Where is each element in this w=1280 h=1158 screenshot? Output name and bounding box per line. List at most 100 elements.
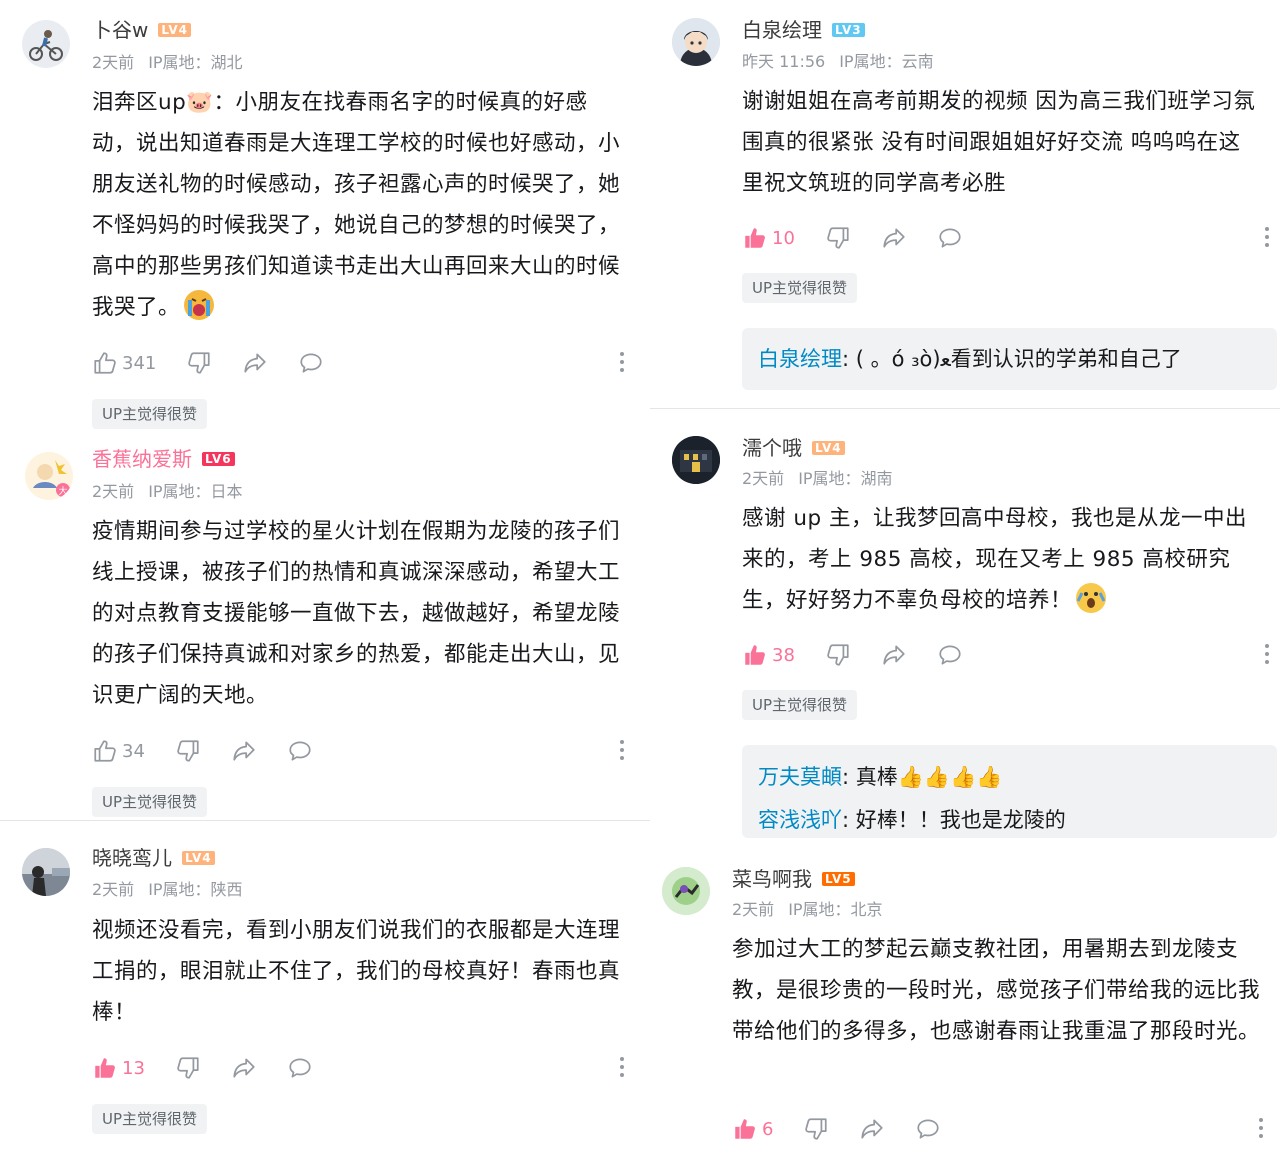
thumbs-up-filled-icon xyxy=(745,228,765,248)
share-button[interactable] xyxy=(881,225,907,251)
like-button[interactable]: 13 xyxy=(92,1055,145,1081)
reply-username[interactable]: 容浅浅吖 xyxy=(758,808,842,832)
reply-username[interactable]: 白泉绘理 xyxy=(758,347,842,371)
thumbs-up-filled-icon xyxy=(745,645,765,665)
reply-preview[interactable]: 白泉绘理: ( 。ό ₃ὸ)ﻌ看到认识的学弟和自己了 xyxy=(742,328,1277,390)
comment-bubble-icon xyxy=(939,645,961,665)
comment-meta: 2天前 IP属地：陕西 xyxy=(92,880,243,900)
username-text[interactable]: 白泉绘理 xyxy=(742,17,822,43)
share-button[interactable] xyxy=(859,1116,885,1142)
thumbs-up-filled-icon xyxy=(95,1058,115,1078)
avatar[interactable] xyxy=(22,848,70,896)
username[interactable]: 卜谷w LV4 xyxy=(92,17,191,43)
username[interactable]: 菜鸟啊我 LV5 xyxy=(732,866,855,892)
level-badge: LV5 xyxy=(822,872,855,886)
comment-meta: 2天前 IP属地：湖南 xyxy=(742,469,893,489)
crying-emoji-icon xyxy=(184,290,215,320)
reply-username[interactable]: 万夫莫頔 xyxy=(758,765,842,789)
surprised-emoji-icon xyxy=(1076,583,1107,613)
level-badge: LV4 xyxy=(812,441,845,455)
dislike-button[interactable] xyxy=(175,738,201,764)
thumbs-up-icon xyxy=(94,740,116,762)
reply-text: : 好棒！！我也是龙陵的 xyxy=(842,808,1066,832)
ip-location: IP属地：湖北 xyxy=(148,53,243,72)
thumbs-down-icon xyxy=(827,644,849,666)
up-liked-badge: UP主觉得很赞 xyxy=(92,1104,208,1134)
reply-button[interactable] xyxy=(298,350,324,376)
comment-text: 视频还没看完，看到小朋友们说我们的衣服都是大连理工捐的，眼泪就止不住了，我们的母… xyxy=(92,910,627,1033)
dislike-button[interactable] xyxy=(803,1116,829,1142)
more-options-icon[interactable] xyxy=(619,1057,625,1079)
reply-item[interactable]: 容浅浅吖: 好棒！！我也是龙陵的 xyxy=(758,806,1066,834)
username-text[interactable]: 晓晓鸾儿 xyxy=(92,845,172,871)
reply-item[interactable]: 万夫莫頔: 真棒👍👍👍👍 xyxy=(758,763,1002,791)
comment-body: 参加过大工的梦起云巅支教社团，用暑期去到龙陵支教，是很珍贵的一段时光，感觉孩子们… xyxy=(732,937,1261,1044)
comment-body: 感谢 up 主，让我梦回高中母校，我也是从龙一中出来的，考上 985 高校，现在… xyxy=(742,506,1247,613)
comment-bubble-icon xyxy=(917,1119,940,1139)
avatar[interactable]: 大 xyxy=(25,452,73,500)
reply-button[interactable] xyxy=(937,642,963,668)
comment-meta: 昨天 11:56 IP属地：云南 xyxy=(742,52,934,72)
comment-actions: 38 xyxy=(742,640,993,670)
thumbs-down-icon xyxy=(177,740,199,762)
reply-item[interactable]: 白泉绘理: ( 。ό ₃ὸ)ﻌ看到认识的学弟和自己了 xyxy=(758,345,1182,373)
comment-actions: 10 xyxy=(742,223,993,253)
more-options-icon[interactable] xyxy=(619,352,625,374)
comment-actions: 341 xyxy=(92,348,354,378)
username[interactable]: 濡个哦 LV4 xyxy=(742,435,845,461)
dislike-button[interactable] xyxy=(186,350,212,376)
comment-meta: 2天前 IP属地：北京 xyxy=(732,900,883,920)
username[interactable]: 白泉绘理 LV3 xyxy=(742,17,865,43)
reply-button[interactable] xyxy=(287,738,313,764)
thumbs-up-icon xyxy=(94,352,116,374)
up-liked-badge: UP主觉得很赞 xyxy=(742,273,858,303)
like-button[interactable]: 34 xyxy=(92,738,145,764)
reply-preview[interactable]: 万夫莫頔: 真棒👍👍👍👍 容浅浅吖: 好棒！！我也是龙陵的 xyxy=(742,745,1277,838)
username[interactable]: 香蕉纳爱斯 LV6 xyxy=(92,446,235,472)
dislike-button[interactable] xyxy=(175,1055,201,1081)
reply-text: : ( 。ό ₃ὸ)ﻌ看到认识的学弟和自己了 xyxy=(842,347,1182,371)
like-button[interactable]: 6 xyxy=(732,1116,773,1142)
share-button[interactable] xyxy=(231,738,257,764)
comment-actions: 6 xyxy=(732,1114,971,1144)
avatar[interactable] xyxy=(672,18,720,66)
timestamp: 昨天 11:56 xyxy=(742,52,826,71)
dislike-button[interactable] xyxy=(825,642,851,668)
reply-button[interactable] xyxy=(937,225,963,251)
timestamp: 2天前 xyxy=(732,900,775,919)
reply-button[interactable] xyxy=(287,1055,313,1081)
share-button[interactable] xyxy=(242,350,268,376)
share-icon xyxy=(233,741,255,761)
share-button[interactable] xyxy=(231,1055,257,1081)
ip-location: IP属地：陕西 xyxy=(148,880,243,899)
more-options-icon[interactable] xyxy=(1264,227,1270,249)
avatar[interactable] xyxy=(672,436,720,484)
like-count: 38 xyxy=(772,644,795,666)
like-button[interactable]: 38 xyxy=(742,642,795,668)
comment-body: 谢谢姐姐在高考前期发的视频 因为高三我们班学习氛围真的很紧张 没有时间跟姐姐好好… xyxy=(742,89,1256,196)
username-text[interactable]: 濡个哦 xyxy=(742,435,802,461)
reply-button[interactable] xyxy=(915,1116,941,1142)
username-text[interactable]: 菜鸟啊我 xyxy=(732,866,812,892)
username[interactable]: 晓晓鸾儿 LV4 xyxy=(92,845,215,871)
comment-bubble-icon xyxy=(289,741,311,761)
dislike-button[interactable] xyxy=(825,225,851,251)
like-button[interactable]: 341 xyxy=(92,350,156,376)
timestamp: 2天前 xyxy=(92,53,135,72)
ip-location: IP属地：日本 xyxy=(148,482,243,501)
username-text[interactable]: 香蕉纳爱斯 xyxy=(92,446,192,472)
username-text[interactable]: 卜谷w xyxy=(92,17,148,43)
level-badge: LV4 xyxy=(182,851,215,865)
level-badge: LV3 xyxy=(832,23,865,37)
avatar[interactable] xyxy=(22,20,70,68)
like-count: 341 xyxy=(122,352,157,374)
share-button[interactable] xyxy=(881,642,907,668)
up-liked-badge: UP主觉得很赞 xyxy=(92,399,208,429)
like-button[interactable]: 10 xyxy=(742,225,795,251)
more-options-icon[interactable] xyxy=(1258,1118,1264,1140)
more-options-icon[interactable] xyxy=(1264,644,1270,666)
avatar[interactable] xyxy=(662,867,710,915)
share-icon xyxy=(244,353,266,373)
more-options-icon[interactable] xyxy=(619,740,625,762)
comment-actions: 34 xyxy=(92,736,343,766)
